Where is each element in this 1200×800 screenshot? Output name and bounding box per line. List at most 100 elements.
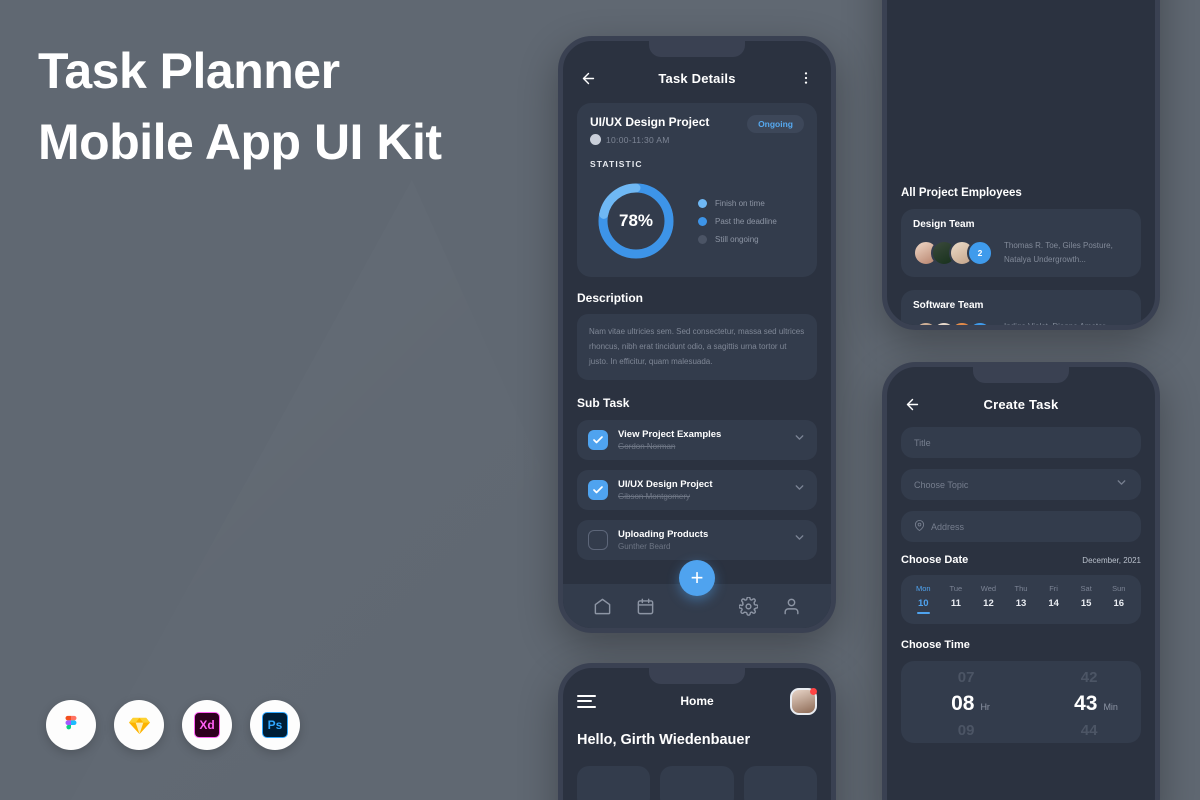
phone-notch [649,41,745,57]
subtask-row[interactable]: UI/UX Design Project Gibson Montgomery [577,470,817,511]
legend-label: Past the deadline [715,216,777,226]
subtask-title: UI/UX Design Project [618,479,713,491]
team-card[interactable]: Design Team 2 Thomas R. Toe, Giles Postu… [901,209,1141,277]
topic-select[interactable]: Choose Topic [901,469,1141,500]
avatar-group: 2 [913,240,993,266]
hero-title-line2: Mobile App UI Kit [38,114,442,170]
chevron-down-icon[interactable] [793,531,806,549]
title-input[interactable]: Title [901,427,1141,458]
photoshop-label: Ps [262,712,288,738]
avatar-group: 3 [913,321,993,325]
home-header: Home [563,684,831,718]
subtask-row[interactable]: View Project Examples Gordon Norman [577,420,817,461]
progress-donut-chart: 78% [594,179,678,263]
date-option-sat[interactable]: Sat 15 [1070,584,1103,614]
subtask-assignee: Gibson Montgomery [618,492,691,502]
legend-dot [698,216,707,226]
legend-label: Finish on time [715,198,765,208]
description-text: Nam vitae ultricies sem. Sed consectetur… [589,327,805,366]
team-members: Indigo Violet, Dianne Ameter, Hanson Dec… [1004,320,1129,325]
minute-next: 44 [1080,722,1098,739]
statistic-label: STATISTIC [590,159,643,169]
day-name: Sat [1080,584,1092,593]
figma-icon [46,700,96,750]
home-summary-cards [563,766,831,800]
date-option-mon[interactable]: Mon 10 [907,584,940,614]
date-option-tue[interactable]: Tue 11 [940,584,973,614]
legend-item: Finish on time [698,198,777,208]
team-card[interactable]: Software Team 3 Indigo Violet, Dianne Am… [901,290,1141,325]
location-pin-icon [914,518,925,536]
day-name: Tue [949,584,963,593]
phone-notch [973,367,1069,383]
date-option-wed[interactable]: Wed 12 [972,584,1005,614]
avatar-more-count: 3 [967,321,993,325]
day-number: 13 [1015,598,1027,609]
arrow-left-icon[interactable] [577,67,599,89]
nav-calendar-icon[interactable] [636,597,655,616]
title-placeholder: Title [914,437,931,448]
minute-selected: 43 [1074,692,1098,715]
date-option-sun[interactable]: Sun 16 [1102,584,1135,614]
legend-dot [698,234,707,244]
donut-center-value: 78% [618,211,654,230]
checkbox-unchecked-icon[interactable] [588,530,608,551]
chart-legend: Finish on time Past the deadline Still o… [698,198,777,244]
legend-item: Past the deadline [698,216,777,226]
employees-title: All Project Employees [901,187,1022,199]
subtask-row[interactable]: Uploading Products Gunther Beard [577,520,817,561]
nav-home-icon[interactable] [593,597,612,616]
clock-icon [590,134,601,145]
choose-date-label: Choose Date [901,554,969,566]
subtask-assignee: Gordon Norman [618,442,676,452]
project-time: 10:00-11:30 AM [606,134,670,145]
status-badge: Ongoing [747,115,804,133]
summary-card[interactable] [743,766,817,800]
selected-day-underline [916,612,930,614]
phone-notch [649,668,745,684]
day-number: 12 [983,598,994,609]
avatar[interactable] [790,687,817,715]
description-label: Description [577,291,644,305]
summary-card[interactable] [577,766,651,800]
phone-home: Home Hello, Girth Wiedenbauer [558,663,836,800]
topic-placeholder: Choose Topic [914,479,969,490]
minute-unit-label: Min [1103,702,1118,712]
arrow-left-icon[interactable] [901,393,923,415]
nav-settings-icon[interactable] [738,595,759,616]
address-input[interactable]: Address [901,511,1141,542]
date-option-fri[interactable]: Fri 14 [1037,584,1070,614]
hour-previous: 07 [957,669,975,686]
calendar-month: December, 2021 [1082,556,1141,565]
avatar-more-count: 2 [967,240,993,266]
adobe-xd-icon: Xd [182,700,232,750]
notification-dot [810,687,817,695]
team-name: Software Team [913,300,984,311]
photoshop-icon: Ps [250,700,300,750]
hour-unit-label: Hr [980,702,990,712]
create-task-header: Create Task [887,381,1155,427]
legend-label: Still ongoing [715,234,759,244]
summary-card[interactable] [660,766,734,800]
chevron-down-icon[interactable] [793,481,806,499]
day-number: 14 [1048,598,1059,609]
date-picker: Mon 10 Tue 11 Wed 12 Thu 13 Fri 14 Sat 1… [901,575,1141,624]
phone-all-project-employees: All Project Employees Design Team 2 Thom… [882,0,1160,330]
minute-previous: 42 [1080,669,1098,686]
more-vertical-icon[interactable] [795,67,817,89]
day-number: 11 [950,598,961,609]
adobe-xd-label: Xd [194,712,220,738]
checkbox-checked-icon[interactable] [588,480,608,501]
add-task-fab[interactable]: + [679,560,715,596]
time-picker[interactable]: 07 42 08 Hr 43 Min 09 44 [901,661,1141,743]
nav-profile-icon[interactable] [782,597,801,616]
checkbox-checked-icon[interactable] [588,430,608,451]
subtask-label: Sub Task [577,396,630,411]
hour-selected: 08 [951,692,975,715]
chevron-down-icon[interactable] [793,431,806,449]
hero-section: Task Planner Mobile App UI Kit [38,36,508,178]
day-name: Thu [1014,584,1028,593]
date-option-thu[interactable]: Thu 13 [1005,584,1038,614]
task-details-header: Task Details [563,55,831,101]
chevron-down-icon[interactable] [1115,476,1128,494]
